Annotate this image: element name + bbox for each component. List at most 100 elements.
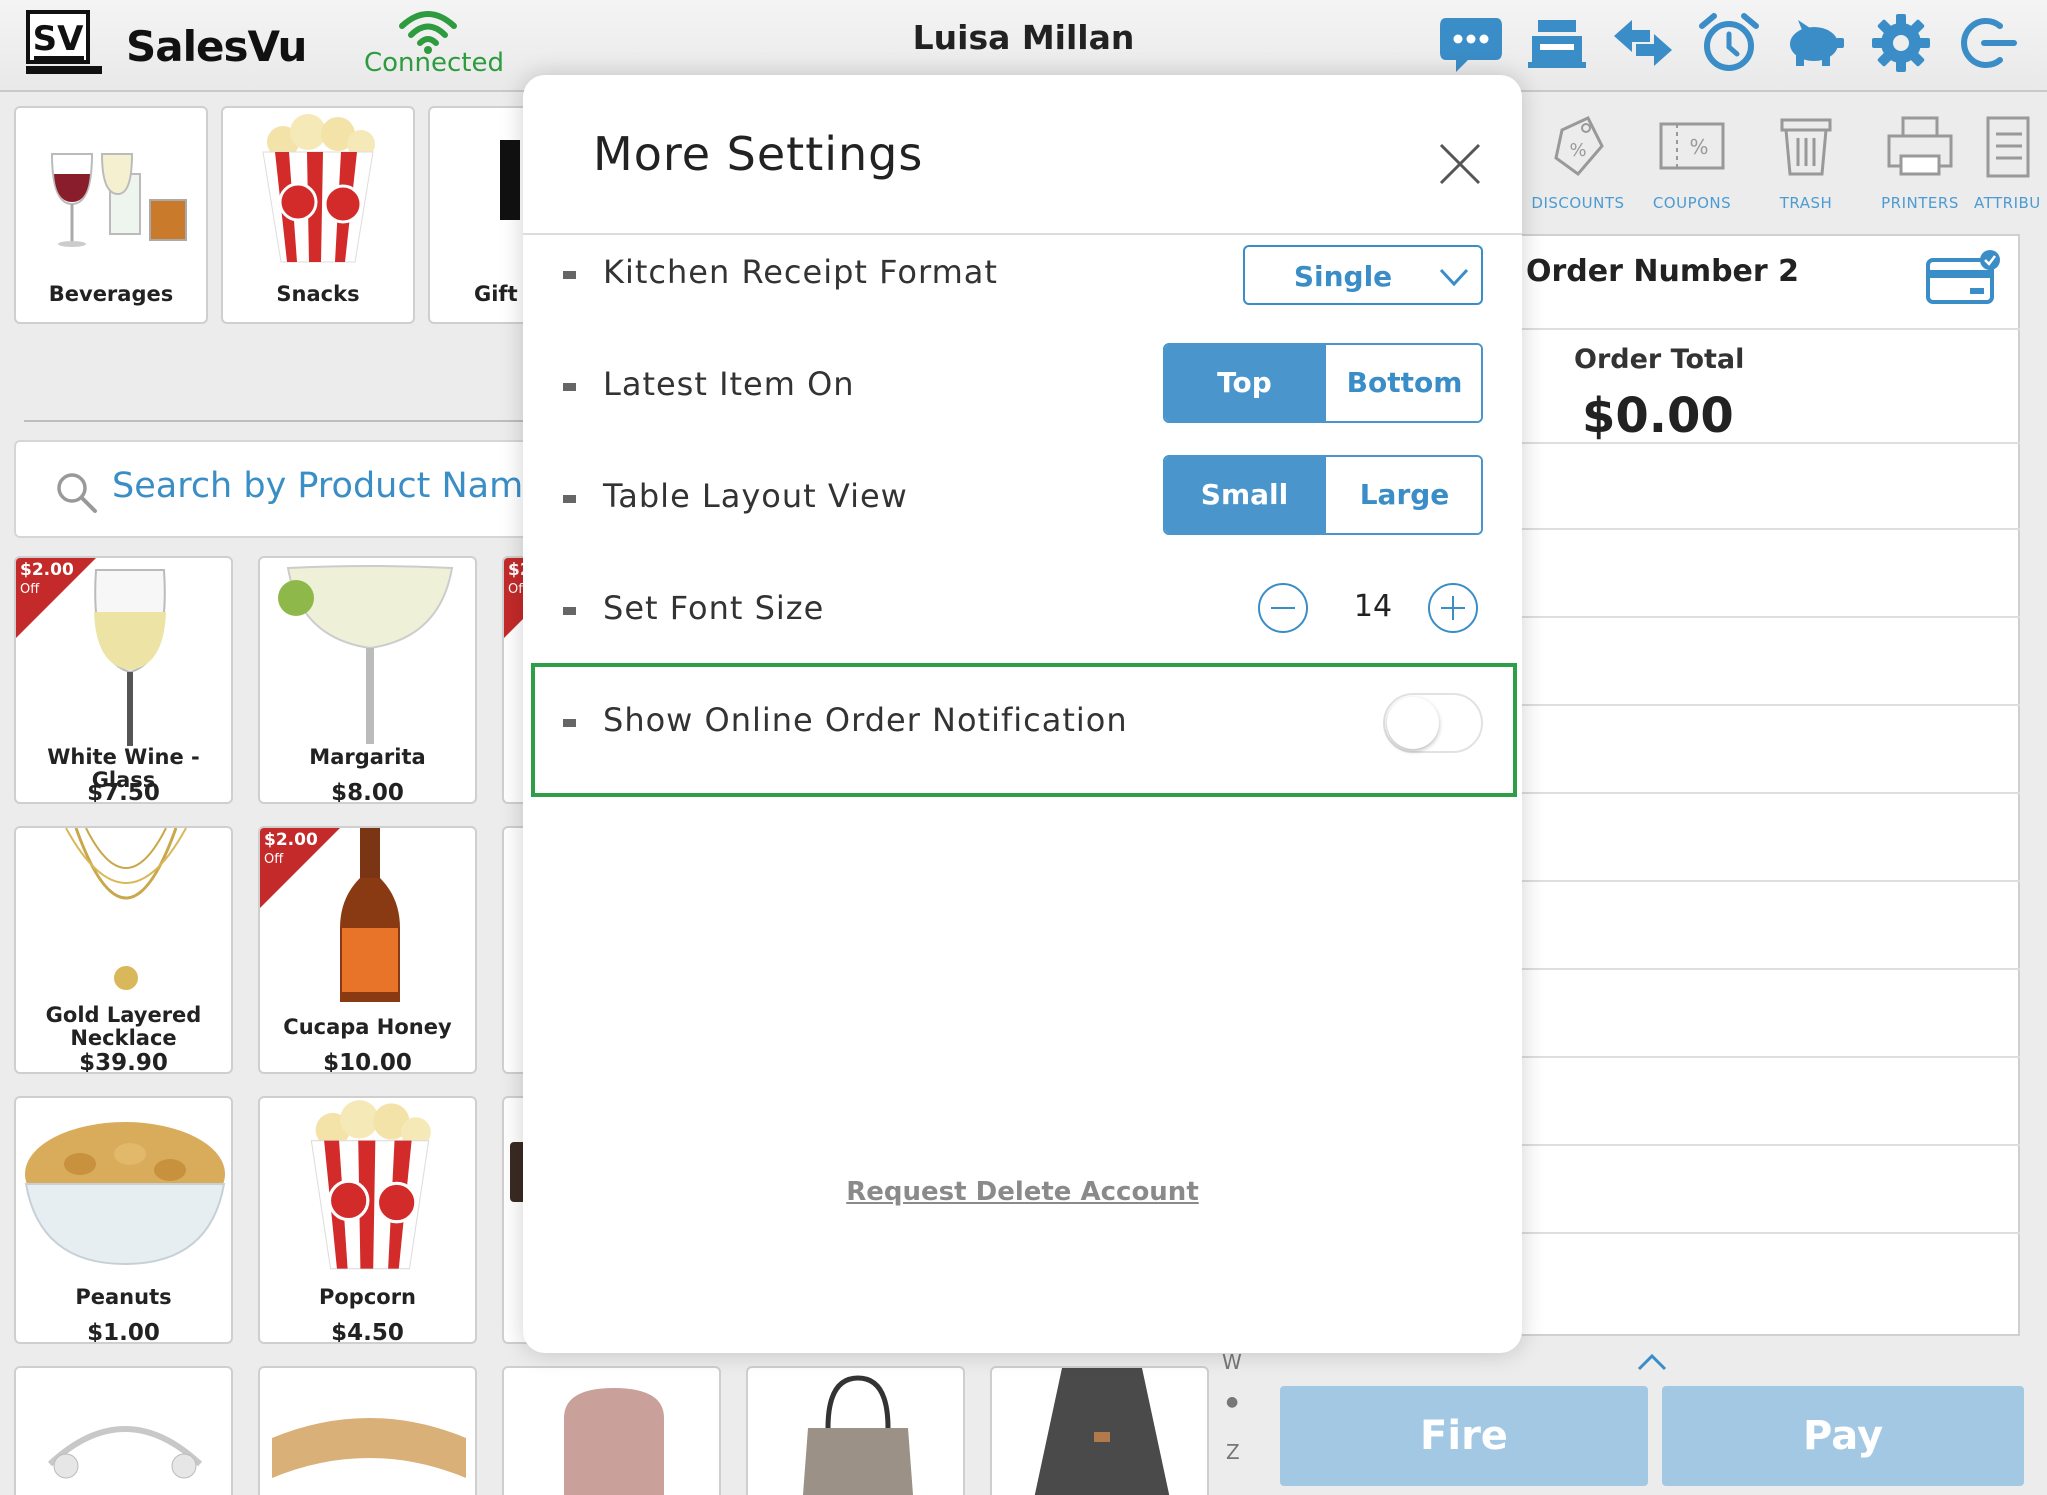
product-gold-necklace[interactable]: Gold Layered Necklace $39.90 <box>14 826 233 1074</box>
discount-off: Off <box>264 852 284 867</box>
kitchen-receipt-format-value: Single <box>1293 260 1393 293</box>
chevron-down-icon <box>1439 268 1469 287</box>
order-total-label: Order Total <box>1574 344 1745 375</box>
product-cucapa-honey[interactable]: $2.00 Off Cucapa Honey $10.00 <box>258 826 477 1074</box>
modal-divider <box>523 233 1522 235</box>
catalog-divider <box>24 420 544 422</box>
search-input[interactable]: Search by Product Name <box>14 440 574 538</box>
popcorn-image <box>310 1100 431 1270</box>
kitchen-receipt-format-label: Kitchen Receipt Format <box>603 253 998 291</box>
modal-title: More Settings <box>593 127 924 181</box>
product-price: $7.50 <box>87 780 160 804</box>
order-divider <box>1520 328 2020 330</box>
tote-bag-image <box>802 1375 914 1495</box>
peanuts-image <box>24 1122 226 1266</box>
logout-icon[interactable] <box>1954 10 2020 76</box>
attributes-icon <box>1986 116 2030 178</box>
toolbar-label: DISCOUNTS <box>1531 194 1625 212</box>
latest-item-on-toggle: Top Bottom <box>1163 343 1483 423</box>
svg-text:%: % <box>1689 135 1708 159</box>
bullet <box>563 719 576 727</box>
trash-button[interactable]: TRASH <box>1756 112 1856 212</box>
search-icon <box>57 473 97 513</box>
credit-card-icon[interactable] <box>1924 250 2000 306</box>
chevron-up-icon[interactable] <box>1636 1352 1668 1372</box>
category-label: Gift Cards <box>474 282 526 306</box>
kitchen-receipt-format-select[interactable]: Single <box>1243 245 1483 305</box>
category-snacks[interactable]: Snacks <box>221 106 415 324</box>
margarita-image <box>278 565 454 744</box>
beer-bottle-image <box>340 828 400 1002</box>
close-icon[interactable] <box>1439 143 1481 185</box>
set-font-size-label: Set Font Size <box>603 589 825 627</box>
pay-button[interactable]: Pay <box>1662 1386 2024 1486</box>
discounts-button[interactable]: % DISCOUNTS <box>1528 112 1628 212</box>
printers-button[interactable]: PRINTERS <box>1870 112 1970 212</box>
font-size-value: 14 <box>1353 589 1393 624</box>
latest-item-bottom-option[interactable]: Bottom <box>1324 345 1481 421</box>
backpack-image <box>564 1388 664 1495</box>
category-beverages[interactable]: Beverages <box>14 106 208 324</box>
svg-text:%: % <box>1569 140 1586 161</box>
popcorn-image <box>262 114 375 263</box>
product-name: Cucapa Honey <box>283 1015 452 1039</box>
attributes-button[interactable]: ATTRIBU <box>1974 112 2047 212</box>
toolbar-label: TRASH <box>1779 194 1833 212</box>
online-order-notification-switch[interactable] <box>1383 693 1483 753</box>
order-line <box>1520 1056 2020 1058</box>
product-popcorn[interactable]: Popcorn $4.50 <box>258 1096 477 1344</box>
bullet <box>563 607 576 615</box>
product-backpack[interactable] <box>502 1366 721 1495</box>
latest-item-on-label: Latest Item On <box>603 365 855 403</box>
font-size-decrease-button[interactable] <box>1258 583 1308 633</box>
table-layout-large-option[interactable]: Large <box>1324 457 1481 533</box>
transfer-icon[interactable] <box>1610 10 1676 76</box>
bullet <box>563 495 576 503</box>
discount-off: Off <box>20 582 40 597</box>
product-price: $1.00 <box>87 1320 160 1344</box>
gear-icon[interactable] <box>1868 10 1934 76</box>
product-bracelet[interactable] <box>14 1366 233 1495</box>
gift-card-image <box>500 140 520 220</box>
product-tote-bag[interactable] <box>746 1366 965 1495</box>
table-layout-small-option[interactable]: Small <box>1165 457 1324 533</box>
product-price: $4.50 <box>331 1320 404 1344</box>
trash-icon <box>1780 118 1832 176</box>
search-placeholder: Search by Product Name <box>112 466 545 506</box>
index-letter-z[interactable]: Z <box>1226 1440 1240 1464</box>
discount-amount: $2.00 <box>20 560 74 580</box>
category-label: Snacks <box>276 282 360 306</box>
order-line <box>1520 528 2020 530</box>
font-size-increase-button[interactable] <box>1428 583 1478 633</box>
request-delete-account-link[interactable]: Request Delete Account <box>523 1177 1522 1207</box>
bullet <box>563 383 576 391</box>
product-coat[interactable] <box>990 1366 1209 1495</box>
order-line <box>1520 792 2020 794</box>
coupons-button[interactable]: % COUPONS <box>1642 112 1742 212</box>
coupon-icon: % <box>1659 122 1725 170</box>
category-gift-cards[interactable]: Gift Cards <box>428 106 528 324</box>
product-white-wine[interactable]: $2.00 Off White Wine - Glass $7.50 <box>14 556 233 804</box>
index-letter-w[interactable]: W <box>1222 1350 1242 1374</box>
order-total-value: $0.00 <box>1582 388 1734 444</box>
product-belt[interactable] <box>258 1366 477 1495</box>
product-name: Popcorn <box>318 1285 417 1309</box>
fire-button[interactable]: Fire <box>1280 1386 1648 1486</box>
register-icon[interactable] <box>1524 10 1590 76</box>
discount-tag-icon: % <box>1554 116 1604 177</box>
toolbar-label: ATTRIBU <box>1974 194 2041 212</box>
chat-icon[interactable] <box>1438 10 1504 76</box>
order-line <box>1520 968 2020 970</box>
alarm-icon[interactable] <box>1696 10 1762 76</box>
product-margarita[interactable]: Margarita $8.00 <box>258 556 477 804</box>
piggy-bank-icon[interactable] <box>1782 10 1848 76</box>
order-line <box>1520 442 2020 444</box>
toolbar-label: COUPONS <box>1652 194 1732 212</box>
bracelet-image <box>47 1426 203 1479</box>
latest-item-top-option[interactable]: Top <box>1165 345 1324 421</box>
order-number: Order Number 2 <box>1526 254 1800 289</box>
category-label: Beverages <box>48 282 174 306</box>
discount-amount: $2.00 <box>264 830 318 850</box>
product-peanuts[interactable]: Peanuts $1.00 <box>14 1096 233 1344</box>
order-line <box>1520 616 2020 618</box>
